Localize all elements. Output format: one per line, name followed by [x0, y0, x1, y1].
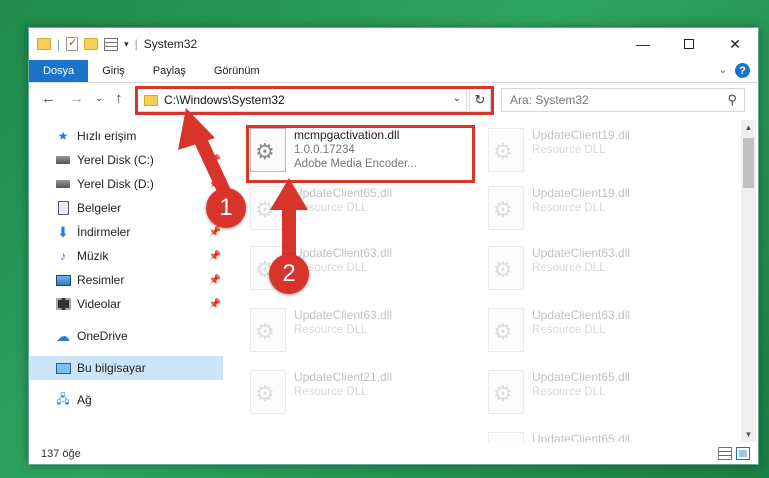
arrow-2-head [270, 178, 308, 210]
step-1-badge: 1 [206, 188, 246, 228]
annotation-arrows [178, 108, 308, 262]
arrow-1-shaft [193, 134, 231, 196]
step-2-badge: 2 [269, 254, 309, 294]
